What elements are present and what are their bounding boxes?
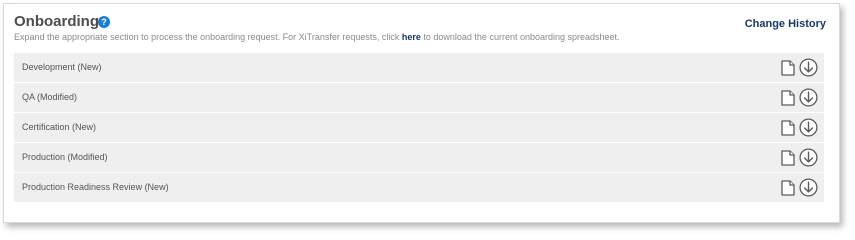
sections-list: Development (New) QA (Modified) Certific…: [14, 53, 824, 203]
download-circle-icon[interactable]: [799, 178, 818, 197]
section-label: Development (New): [22, 62, 102, 72]
section-label: QA (Modified): [22, 92, 78, 102]
download-circle-icon[interactable]: [799, 118, 818, 137]
instructions-text: Expand the appropriate section to proces…: [14, 32, 620, 42]
download-circle-icon[interactable]: [799, 58, 818, 77]
document-icon[interactable]: [780, 150, 796, 166]
section-label: Production Readiness Review (New): [22, 182, 169, 192]
page-title: Onboarding: [14, 13, 99, 30]
instructions-text-after: to download the current onboarding sprea…: [420, 32, 620, 42]
instructions-text-before: Expand the appropriate section to proces…: [14, 32, 402, 42]
section-label: Production (Modified): [22, 152, 108, 162]
download-spreadsheet-link[interactable]: here: [402, 32, 421, 42]
section-row-3[interactable]: Production (Modified): [14, 143, 824, 172]
section-row-2[interactable]: Certification (New): [14, 113, 824, 142]
section-row-4[interactable]: Production Readiness Review (New): [14, 173, 824, 202]
download-circle-icon[interactable]: [799, 88, 818, 107]
download-circle-icon[interactable]: [799, 148, 818, 167]
help-icon[interactable]: ?: [98, 16, 110, 28]
document-icon[interactable]: [780, 90, 796, 106]
section-row-1[interactable]: QA (Modified): [14, 83, 824, 112]
section-row-0[interactable]: Development (New): [14, 53, 824, 82]
document-icon[interactable]: [780, 60, 796, 76]
onboarding-panel: Onboarding ? Expand the appropriate sect…: [3, 3, 840, 223]
document-icon[interactable]: [780, 120, 796, 136]
document-icon[interactable]: [780, 180, 796, 196]
section-label: Certification (New): [22, 122, 97, 132]
change-history-link[interactable]: Change History: [745, 18, 826, 30]
